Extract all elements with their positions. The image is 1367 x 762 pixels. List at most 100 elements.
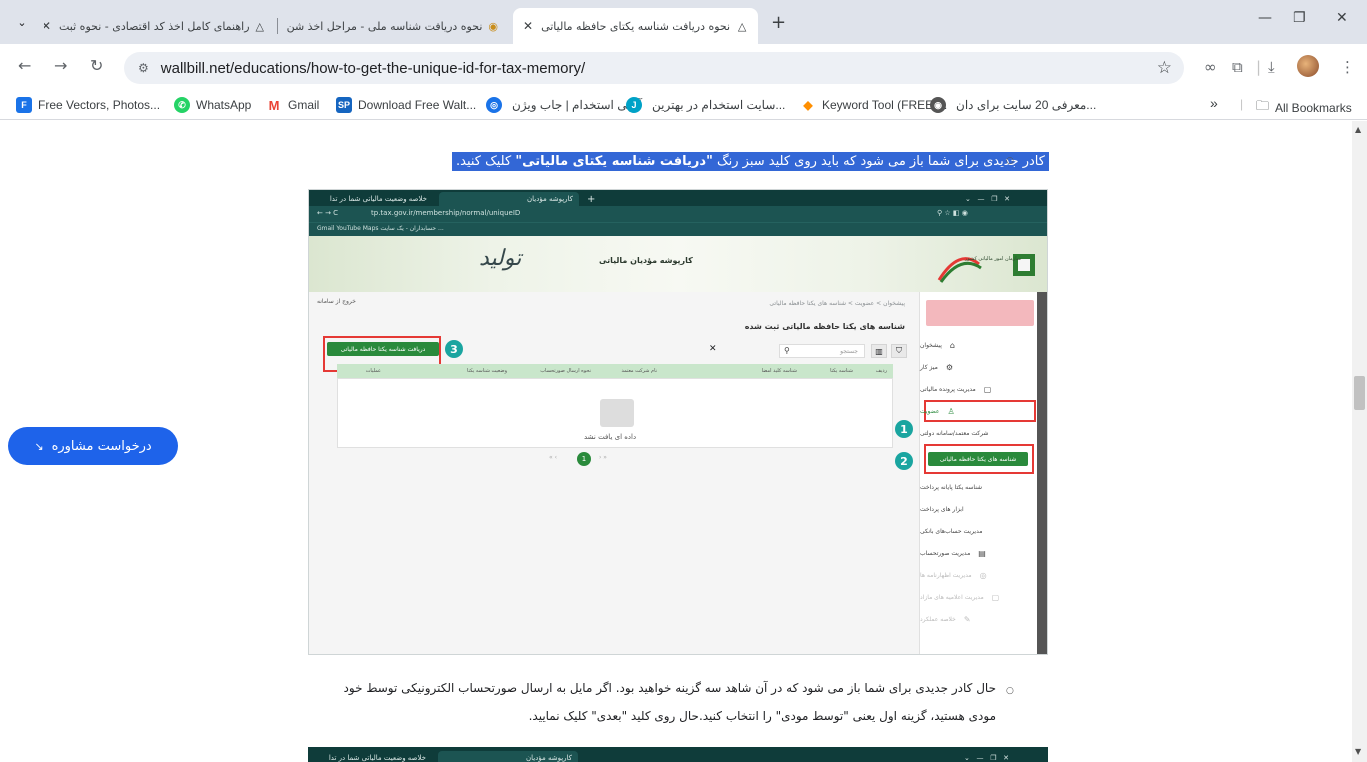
- sp-icon: SP: [336, 97, 352, 113]
- bookmarks-divider: |: [1240, 97, 1244, 111]
- pagination: « ‹ 1 › »: [549, 452, 649, 466]
- profile-avatar[interactable]: [1297, 55, 1319, 77]
- close-window-button[interactable]: ✕: [1336, 10, 1348, 26]
- breadcrumb: پیشخوان > عضویت > شناسه های یکتا حافظه م…: [769, 300, 905, 307]
- site-icon: ◉: [930, 97, 946, 113]
- menu-declarations: ◎ مدیریت اظهارنامه ها: [920, 570, 987, 580]
- screenshot-bookmarks: Gmail YouTube Maps حسابداران - یک سایت .…: [309, 222, 1047, 236]
- extension-icon[interactable]: ∞: [1204, 58, 1217, 76]
- bookmark-keyword-tool[interactable]: ◆ Keyword Tool (FREE)...: [800, 97, 947, 113]
- scroll-up-icon[interactable]: ▲: [1355, 125, 1361, 134]
- tab-national-id[interactable]: ✕ نحوه دریافت شناسه ملی - مراحل اخذ شن ◉: [280, 8, 508, 44]
- step-badge-1: 1: [895, 420, 913, 438]
- menu-bank-accounts: مدیریت حساب‌های بانکی: [920, 527, 983, 535]
- edit-icon: ✎: [963, 614, 971, 624]
- close-tab-icon[interactable]: ✕: [44, 19, 51, 33]
- folder-icon: 🗀: [1256, 98, 1270, 113]
- screenshot-tab-active: کارپوشه مؤدیان: [438, 751, 578, 762]
- screenshot-newtab-icon: +: [587, 193, 596, 205]
- site-favicon-icon: △: [737, 19, 747, 33]
- scroll-down-icon[interactable]: ▼: [1355, 747, 1361, 756]
- screenshot-addressbar: ← → C tp.tax.gov.ir/membership/normal/un…: [309, 206, 1047, 222]
- bookmark-freepik[interactable]: F Free Vectors, Photos...: [16, 97, 160, 113]
- bookmark-jobinja[interactable]: J سایت استخدام در بهترین...: [626, 97, 785, 113]
- screenshot-tab-active: کارپوشه مؤدیان: [439, 192, 579, 206]
- get-unique-id-button: دریافت شناسه یکتا حافظه مالیاتی: [327, 342, 439, 356]
- invoice-icon: ▤: [978, 548, 986, 558]
- menu-membership: ♙ عضویت: [920, 406, 955, 416]
- download-icon[interactable]: ⤓: [1268, 58, 1275, 76]
- forward-icon[interactable]: →: [54, 56, 67, 75]
- site-favicon-icon: △: [255, 19, 264, 33]
- tab-search-button[interactable]: ⌄: [10, 10, 34, 34]
- jobinja-icon: J: [626, 97, 642, 113]
- exit-link: خروج از سامانه: [317, 298, 356, 305]
- menu-trusted-company: شرکت معتمد/سامانه دولتی: [920, 429, 989, 437]
- tab-strip: ⌄ ✕ راهنمای کامل اخذ کد اقتصادی - نحوه ث…: [0, 0, 1367, 44]
- tab-economic-code[interactable]: ✕ راهنمای کامل اخذ کد اقتصادی - نحوه ثبت…: [44, 8, 274, 44]
- search-icon: ⚲: [784, 346, 790, 355]
- tab-separator: [277, 18, 278, 34]
- user-icon: ♙: [947, 406, 955, 416]
- user-info-box: [926, 300, 1034, 326]
- page-content: کادر جدیدی برای شما باز می شود که باید ر…: [0, 121, 1352, 762]
- tab-tax-memory-id[interactable]: ✕ نحوه دریافت شناسه یکتای حافظه مالیاتی …: [513, 8, 758, 44]
- file-icon: ▢: [991, 592, 1000, 602]
- filter-icon: ⛉: [891, 344, 907, 358]
- gear-icon: ⚙: [945, 362, 953, 372]
- address-bar[interactable]: ⚙ wallbill.net/educations/how-to-get-the…: [124, 52, 1184, 84]
- menu-desk: ⚙ میز کار: [920, 362, 953, 372]
- highlighted-instruction: کادر جدیدی برای شما باز می شود که باید ر…: [452, 149, 1049, 173]
- keyword-tool-icon: ◆: [800, 97, 816, 113]
- restore-button[interactable]: ❐: [1293, 10, 1306, 26]
- screenshot-window-controls: ⌄ — ❐ ✕: [964, 754, 1010, 762]
- target-icon: ◎: [979, 570, 987, 580]
- bullet-icon: ○: [1006, 156, 1014, 166]
- screenshot-tab: خلاصه وضعیت مالیاتی شما در تدا: [329, 195, 427, 203]
- menu-dashboard: ⌂ پیشخوان: [920, 340, 955, 350]
- reload-icon[interactable]: ↻: [90, 56, 103, 75]
- menu-unique-ids-active: شناسه های یکتا حافظه مالیاتی: [928, 452, 1028, 466]
- page-scrollbar[interactable]: ▲ ▼: [1352, 121, 1367, 762]
- bookmark-star-icon[interactable]: ☆: [1157, 58, 1172, 78]
- close-tab-icon[interactable]: ✕: [523, 19, 533, 33]
- columns-icon: ▥: [871, 344, 887, 358]
- bookmark-jobvision[interactable]: ◎ آگهی استخدام | جاب ویژن: [486, 97, 642, 113]
- consult-request-button[interactable]: درخواست مشاوره ↘: [8, 427, 178, 465]
- tax-org-logo: سازمان امور مالیاتی کشور: [929, 244, 1039, 284]
- menu-invoices: ▤ مدیریت صورتحساب: [920, 548, 986, 558]
- toolbar-divider: |: [1256, 58, 1262, 76]
- scrollbar-thumb[interactable]: [1354, 376, 1365, 410]
- menu-performance: ✎ خلاصه عملکرد: [920, 614, 971, 624]
- tutorial-screenshot-2: خلاصه وضعیت مالیاتی شما در تدا کارپوشه م…: [308, 747, 1048, 762]
- bookmark-20-sites[interactable]: ◉ معرفی 20 سایت برای دان...: [930, 97, 1096, 113]
- page-title: شناسه های یکتا حافظه مالیاتی ثبت شده: [744, 322, 905, 331]
- table-body: داده ای یافت نشد: [337, 378, 893, 448]
- url-text[interactable]: wallbill.net/educations/how-to-get-the-u…: [161, 60, 585, 77]
- back-icon[interactable]: ←: [18, 56, 31, 75]
- empty-message: داده ای یافت نشد: [584, 433, 637, 441]
- bookmarks-overflow[interactable]: »: [1210, 95, 1218, 111]
- all-bookmarks[interactable]: 🗀 All Bookmarks: [1256, 97, 1352, 119]
- tolid-logo: تولید: [479, 246, 522, 271]
- menu-tax-file: ▢ مدیریت پرونده مالیاتی: [920, 384, 992, 394]
- menu-kebab-icon[interactable]: ⋮: [1340, 58, 1355, 76]
- bookmark-sp[interactable]: SP Download Free Walt...: [336, 97, 476, 113]
- banner-title: کارپوشه مؤدیان مالیاتی: [599, 256, 693, 265]
- extensions-puzzle-icon[interactable]: ⧉: [1232, 58, 1243, 76]
- minimize-button[interactable]: —: [1258, 10, 1272, 26]
- clear-icon: ✕: [709, 344, 717, 354]
- screenshot-tab: خلاصه وضعیت مالیاتی شما در تدا: [328, 754, 426, 762]
- jobvision-icon: ◎: [486, 97, 502, 113]
- screenshot-main: خروج از سامانه پیشخوان > عضویت > شناسه ه…: [309, 292, 919, 654]
- screenshot-scrollbar: [1037, 292, 1047, 654]
- step-badge-2: 2: [895, 452, 913, 470]
- site-info-icon[interactable]: ⚙: [138, 61, 149, 75]
- screenshot-sidebar: ⌂ پیشخوان ⚙ میز کار ▢ مدیریت پرونده مالیاتی…: [919, 292, 1037, 654]
- new-tab-button[interactable]: +: [771, 12, 786, 33]
- screenshot-window-controls: ⌄ — ❐ ✕: [965, 195, 1011, 203]
- bookmark-whatsapp[interactable]: ✆ WhatsApp: [174, 97, 251, 113]
- bookmarks-bar: F Free Vectors, Photos... ✆ WhatsApp M G…: [0, 92, 1367, 120]
- bookmark-gmail[interactable]: M Gmail: [266, 97, 319, 113]
- freepik-icon: F: [16, 97, 32, 113]
